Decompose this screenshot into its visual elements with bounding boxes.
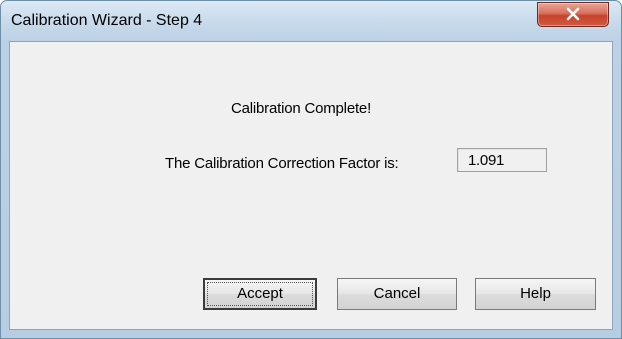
close-icon — [566, 7, 580, 21]
help-button-label: Help — [520, 285, 551, 302]
dialog-body: Calibration Complete! The Calibration Co… — [9, 41, 613, 330]
accept-button[interactable]: Accept — [203, 278, 317, 310]
correction-factor-field: 1.091 — [457, 148, 547, 172]
calibration-complete-message: Calibration Complete! — [231, 100, 372, 117]
title-bar[interactable]: Calibration Wizard - Step 4 — [1, 1, 621, 31]
cancel-button-label: Cancel — [373, 285, 421, 302]
focus-indicator — [207, 282, 313, 306]
correction-factor-label: The Calibration Correction Factor is: — [165, 155, 399, 172]
close-button[interactable] — [537, 2, 609, 27]
cancel-button[interactable]: Cancel — [337, 278, 457, 310]
window-title: Calibration Wizard - Step 4 — [11, 12, 203, 29]
calibration-wizard-window: Calibration Wizard - Step 4 Calibration … — [0, 0, 622, 339]
help-button[interactable]: Help — [475, 278, 596, 310]
